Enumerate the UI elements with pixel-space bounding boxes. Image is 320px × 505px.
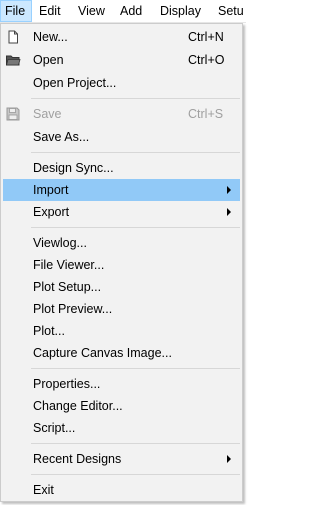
menu-separator xyxy=(31,98,240,99)
menu-separator xyxy=(31,152,240,153)
menu-item-shortcut: Ctrl+S xyxy=(188,107,224,121)
floppy-disk-icon xyxy=(6,107,20,121)
menu-item-viewlog[interactable]: Viewlog... xyxy=(3,232,240,254)
menu-item-label: Recent Designs xyxy=(33,452,122,466)
menu-item-plot-preview[interactable]: Plot Preview... xyxy=(3,298,240,320)
menu-item-label: Design Sync... xyxy=(33,161,114,175)
menu-item-label: Import xyxy=(33,183,69,197)
menu-item-label: Exit xyxy=(33,483,54,497)
menu-item-label: Plot Setup... xyxy=(33,280,102,294)
menu-item-new[interactable]: New... Ctrl+N xyxy=(3,26,240,48)
submenu-arrow-icon xyxy=(227,186,231,194)
menu-item-label: File Viewer... xyxy=(33,258,105,272)
menu-setup[interactable]: Setu xyxy=(218,0,246,22)
file-menu-dropdown: New... Ctrl+N Open Ctrl+O Open Project..… xyxy=(0,23,243,502)
menu-item-change-editor[interactable]: Change Editor... xyxy=(3,395,240,417)
menu-item-label: New... xyxy=(33,30,68,44)
menu-separator xyxy=(31,227,240,228)
menu-separator xyxy=(31,474,240,475)
menu-file[interactable]: File xyxy=(0,0,32,22)
menu-item-design-sync[interactable]: Design Sync... xyxy=(3,157,240,179)
menu-item-save[interactable]: Save Ctrl+S xyxy=(3,103,240,125)
menu-item-label: Export xyxy=(33,205,70,219)
menu-item-properties[interactable]: Properties... xyxy=(3,373,240,395)
menu-item-export[interactable]: Export xyxy=(3,201,240,223)
menu-item-shortcut: Ctrl+O xyxy=(188,53,225,67)
menu-item-label: Save As... xyxy=(33,130,90,144)
menu-item-open[interactable]: Open Ctrl+O xyxy=(3,49,240,71)
menu-view[interactable]: View xyxy=(78,0,105,22)
menu-item-label: Script... xyxy=(33,421,76,435)
menu-edit[interactable]: Edit xyxy=(39,0,61,22)
menu-separator xyxy=(31,443,240,444)
menu-item-label: Properties... xyxy=(33,377,101,391)
menu-item-script[interactable]: Script... xyxy=(3,417,240,439)
menu-item-label: Viewlog... xyxy=(33,236,87,250)
window-background xyxy=(243,23,246,505)
menu-item-recent-designs[interactable]: Recent Designs xyxy=(3,448,240,470)
menu-item-capture-canvas-image[interactable]: Capture Canvas Image... xyxy=(3,342,240,364)
menu-item-label: Open Project... xyxy=(33,76,117,90)
folder-icon xyxy=(5,55,21,66)
menu-item-shortcut: Ctrl+N xyxy=(188,30,224,44)
menu-item-label: Save xyxy=(33,107,62,121)
menu-bar: File Edit View Add Display Setu xyxy=(0,0,246,23)
menu-item-save-as[interactable]: Save As... xyxy=(3,126,240,148)
menu-item-exit[interactable]: Exit xyxy=(3,479,240,501)
menu-item-import[interactable]: Import xyxy=(3,179,240,201)
new-document-icon xyxy=(8,30,18,44)
menu-item-file-viewer[interactable]: File Viewer... xyxy=(3,254,240,276)
menu-separator xyxy=(31,368,240,369)
menu-item-label: Capture Canvas Image... xyxy=(33,346,172,360)
menu-add[interactable]: Add xyxy=(120,0,142,22)
submenu-arrow-icon xyxy=(227,208,231,216)
menu-item-label: Change Editor... xyxy=(33,399,123,413)
submenu-arrow-icon xyxy=(227,455,231,463)
menu-item-label: Plot... xyxy=(33,324,65,338)
menu-item-open-project[interactable]: Open Project... xyxy=(3,72,240,94)
menu-item-label: Open xyxy=(33,53,64,67)
menu-item-label: Plot Preview... xyxy=(33,302,113,316)
menu-item-plot[interactable]: Plot... xyxy=(3,320,240,342)
menu-display[interactable]: Display xyxy=(160,0,201,22)
menu-item-plot-setup[interactable]: Plot Setup... xyxy=(3,276,240,298)
